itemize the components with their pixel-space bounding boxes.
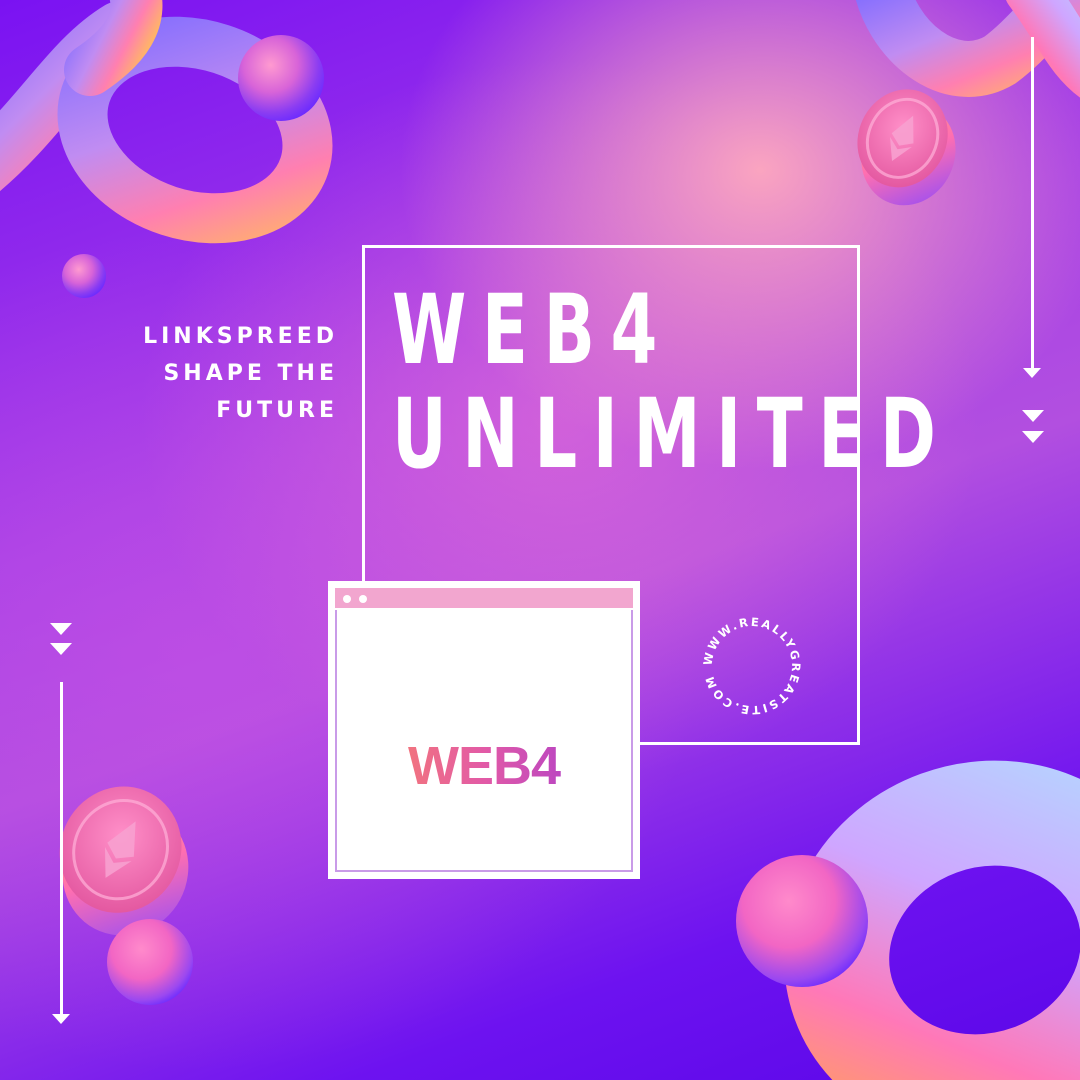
browser-title-bar (335, 588, 633, 608)
ethereum-coin-icon (857, 89, 956, 206)
headline-line-1: WEB4 (392, 274, 673, 386)
browser-content: WEB4 (335, 610, 633, 872)
tagline-line-3: FUTURE (216, 398, 338, 423)
double-chevron-down-icon (1022, 410, 1044, 422)
window-dot-icon (343, 595, 351, 603)
website-badge[interactable]: WWW.REALLYGREATSITE.COM (692, 606, 812, 726)
headline: WEB4 UNLIMITED (392, 278, 951, 486)
web4-logo: WEB4 (337, 735, 631, 797)
tagline: LINKSPREED SHAPE THE FUTURE (100, 318, 338, 429)
poster: LINKSPREED SHAPE THE FUTURE WEB4 UNLIMIT… (0, 0, 1080, 1080)
double-chevron-down-icon (1022, 431, 1044, 443)
tagline-line-2: SHAPE THE (163, 361, 338, 386)
browser-window: WEB4 (328, 581, 640, 879)
down-arrow-icon (52, 1014, 70, 1024)
double-chevron-down-icon (50, 623, 72, 635)
website-url[interactable]: WWW.REALLYGREATSITE.COM (701, 615, 804, 717)
window-dot-icon (359, 595, 367, 603)
double-chevron-down-icon (50, 643, 72, 655)
tagline-line-1: LINKSPREED (143, 324, 338, 349)
down-arrow-icon (1023, 368, 1041, 378)
headline-line-2: UNLIMITED (392, 378, 952, 490)
down-arrow-line (60, 682, 63, 1015)
down-arrow-line (1031, 37, 1034, 370)
